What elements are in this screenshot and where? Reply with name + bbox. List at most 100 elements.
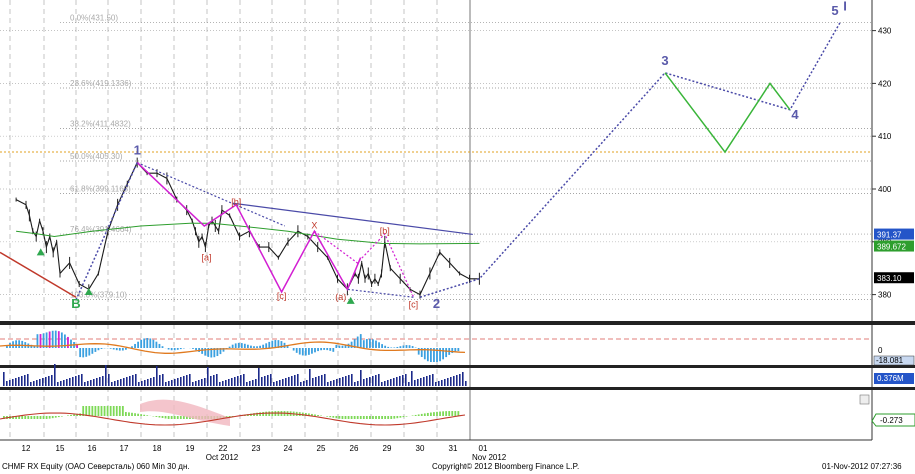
time-axis-day-label: 15 (56, 444, 65, 453)
macd-histogram-bar (301, 348, 304, 356)
oscillator-histogram-bar (54, 416, 57, 418)
macd-histogram-bar (115, 348, 118, 351)
volume-bar (234, 377, 236, 386)
volume-bar (156, 366, 158, 386)
wave-label: 2 (433, 296, 440, 311)
volume-bar (129, 376, 131, 386)
wave-label: (a) (335, 292, 346, 302)
volume-bar (273, 382, 275, 386)
oscillator-histogram-bar (161, 416, 164, 419)
oscillator-histogram-bar (417, 414, 420, 416)
oscillator-histogram-bar (36, 416, 39, 419)
volume-bar (408, 382, 410, 386)
panel-separator (0, 387, 915, 390)
macd-histogram-bar (143, 338, 146, 348)
macd-histogram-bar (195, 348, 197, 351)
volume-bar (333, 380, 335, 386)
oscillator-histogram-bar (39, 416, 42, 419)
price-tag-label: 383.10 (877, 274, 902, 283)
volume-bar (357, 381, 359, 386)
macd-histogram-bar (97, 348, 100, 351)
macd-histogram-bar (112, 348, 115, 350)
macd-histogram-bar (152, 339, 155, 348)
volume-bar (123, 378, 125, 386)
volume-bar (147, 379, 149, 386)
oscillator-histogram-bar (33, 416, 36, 419)
volume-bar (420, 378, 422, 386)
macd-histogram-bar (399, 346, 402, 348)
price-axis-label: 400 (878, 185, 892, 194)
macd-histogram-bar (387, 346, 390, 348)
wave-label: 4 (791, 107, 799, 122)
oscillator-histogram-bar (88, 406, 91, 416)
macd-histogram-bar (350, 341, 353, 348)
volume-bar (306, 380, 308, 386)
oscillator-histogram-bar (57, 416, 60, 418)
fib-level-label: 0.0%(431.50) (70, 14, 118, 23)
oscillator-histogram-bar (103, 406, 106, 416)
volume-bar (15, 378, 17, 386)
volume-bar (384, 381, 386, 386)
volume-bar (66, 379, 68, 386)
oscillator-histogram-bar (51, 416, 54, 419)
time-axis-day-label: 29 (383, 444, 392, 453)
oscillator-histogram-bar (420, 413, 423, 416)
volume-bar (381, 382, 383, 386)
volume-bar (9, 380, 11, 386)
macd-histogram-bar (411, 346, 414, 348)
oscillator-histogram-bar (137, 413, 139, 416)
macd-histogram-bar (146, 338, 149, 348)
macd-histogram-bar (82, 348, 85, 358)
volume-bar (267, 375, 269, 386)
volume-bar (192, 382, 194, 386)
oscillator-histogram-bar (94, 406, 97, 416)
fib-level-label: 50.0%(405.30) (70, 152, 123, 161)
volume-bar (135, 374, 137, 386)
volume-bar (153, 377, 155, 386)
macd-zero-label: 0 (878, 346, 883, 355)
volume-bar (99, 377, 101, 386)
volume-bar (369, 377, 371, 386)
volume-bar (261, 377, 263, 386)
macd-histogram-bar (125, 348, 127, 350)
volume-bar (72, 377, 74, 386)
macd-histogram-bar (140, 339, 143, 348)
macd-histogram-bar (231, 344, 234, 348)
oscillator-histogram-bar (182, 416, 185, 419)
volume-bar (396, 377, 398, 386)
volume-bar (183, 376, 185, 386)
wave-label: [a] (201, 252, 211, 262)
volume-bar (57, 382, 59, 386)
volume-bar (417, 379, 419, 386)
macd-histogram-bar (100, 348, 103, 349)
macd-tag-label: -18.081 (876, 356, 904, 365)
oscillator-histogram-bar (60, 416, 63, 417)
volume-bar (120, 379, 122, 386)
volume-bar (387, 380, 389, 386)
volume-bar (447, 378, 449, 386)
volume-bar (39, 379, 41, 386)
oscillator-histogram-bar (402, 416, 405, 418)
volume-bar (258, 368, 260, 386)
volume-bar (195, 381, 197, 386)
macd-histogram-bar (338, 345, 341, 348)
oscillator-histogram-bar (393, 416, 396, 419)
wave-label: B (71, 296, 80, 311)
volume-bar (3, 372, 5, 386)
macd-histogram-bar (402, 345, 405, 348)
macd-histogram-bar (192, 348, 194, 349)
volume-bar (282, 379, 284, 386)
oscillator-histogram-bar (326, 416, 329, 417)
bloomberg-chart: 0.0%(431.50) 23.6%(419.1336) 38.2%(411.483… (0, 0, 915, 474)
oscillator-histogram-bar (436, 411, 438, 416)
volume-bar (432, 374, 434, 386)
wave-label: [b] (380, 226, 390, 236)
oscillator-histogram-bar (411, 415, 414, 416)
volume-bar (378, 374, 380, 386)
oscillator-histogram-bar (426, 412, 429, 416)
oscillator-histogram-bar (338, 416, 341, 419)
macd-histogram-bar (118, 348, 121, 351)
time-axis-day-label: 24 (284, 444, 293, 453)
volume-bar (429, 375, 431, 386)
volume-bar (12, 379, 14, 386)
